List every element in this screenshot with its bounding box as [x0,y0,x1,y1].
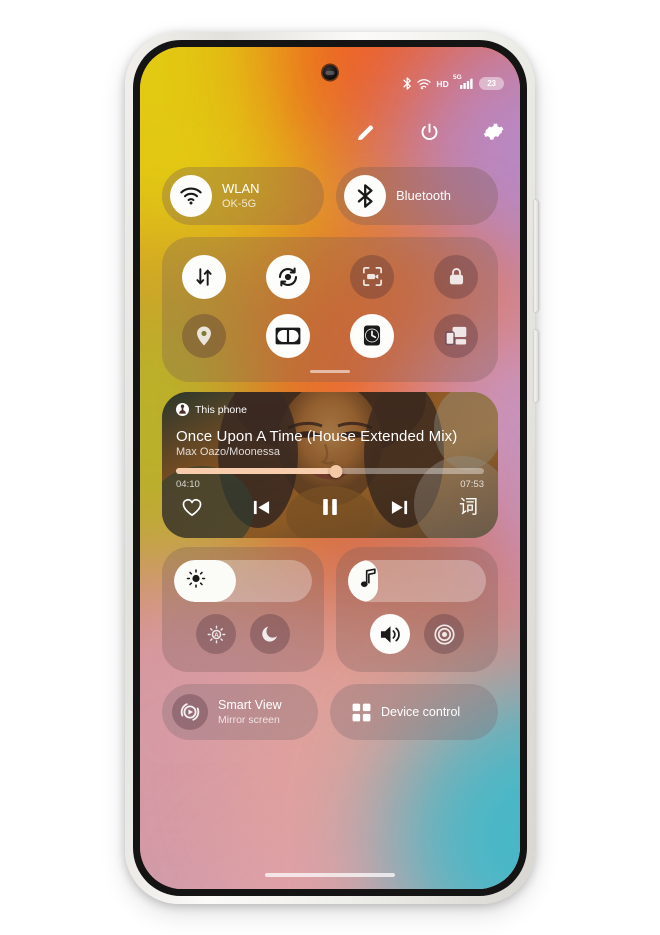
wlan-subtitle: OK-5G [222,197,257,210]
brightness-slider[interactable] [174,560,312,602]
panel-expand-handle[interactable] [310,369,350,373]
vibration-button[interactable] [424,614,464,654]
media-controls: 词 [176,497,484,517]
battery-level-label: 23 [487,79,496,88]
smart-view-title: Smart View [218,698,282,713]
toggle-grid-card [162,237,498,382]
smart-view-subtitle: Mirror screen [218,713,280,726]
wifi-icon [417,78,431,90]
media-player-card[interactable]: This phone Once Upon A Time (House Exten… [162,392,498,538]
screenshot-root: HD 5G 23 WLAN OK-5G Bluetooth This phone… [0,0,660,935]
status-bar: HD 5G 23 [403,74,504,90]
network-type-label: 5G [453,74,462,81]
lyrics-button[interactable]: 词 [459,497,478,517]
device-control-icon [352,703,371,722]
sliders-row: A [162,547,498,672]
toggle-screen-recorder[interactable] [350,254,394,299]
toggle-multi-device[interactable] [434,313,478,358]
media-seek-bar[interactable] [176,465,484,478]
toggle-screen-lock[interactable] [434,254,478,299]
toggle-dolby-atmos[interactable] [266,313,310,358]
favorite-button[interactable] [182,498,202,517]
wlan-title: WLAN [222,180,260,196]
edit-pencil-icon[interactable] [352,119,378,145]
bluetooth-icon [344,175,386,217]
power-side-button[interactable] [533,330,538,402]
battery-indicator: 23 [479,77,504,90]
hd-label: HD [436,78,449,89]
wifi-icon [170,175,212,217]
connectivity-row: WLAN OK-5G Bluetooth [162,167,498,225]
duration-time: 07:53 [460,479,484,490]
media-time-row: 04:10 07:53 [176,479,484,490]
bluetooth-icon [403,77,412,90]
brightness-buttons: A [174,614,312,654]
volume-slider[interactable] [348,560,486,602]
settings-gear-icon[interactable] [480,119,506,145]
brightness-icon [186,569,206,594]
brightness-card: A [162,547,324,672]
power-icon[interactable] [416,119,442,145]
toggle-mobile-data[interactable] [182,254,226,299]
dark-mode-button[interactable] [250,614,290,654]
media-source-label: This phone [195,403,247,416]
header-actions [352,119,506,145]
seek-knob[interactable] [329,465,343,478]
auto-brightness-button[interactable]: A [196,614,236,654]
seek-fill [176,468,337,474]
volume-buttons [348,614,486,654]
pause-button[interactable] [321,497,339,517]
toggle-auto-sync[interactable] [266,254,310,299]
smart-view-icon [172,694,208,730]
media-title: Once Upon A Time (House Extended Mix) [176,428,458,445]
volume-card [336,547,498,672]
front-camera-icon [322,65,338,80]
toggle-location[interactable] [182,313,226,358]
previous-button[interactable] [252,498,271,517]
elapsed-time: 04:10 [176,479,200,490]
bottom-row: Smart View Mirror screen Device control [162,684,498,740]
phone-screen: HD 5G 23 WLAN OK-5G Bluetooth This phone… [140,47,520,889]
music-note-icon [360,568,377,594]
media-content: This phone Once Upon A Time (House Exten… [162,392,498,538]
home-indicator[interactable] [265,873,395,877]
device-phone-icon [176,403,189,416]
toggle-alarm[interactable] [350,313,394,358]
sound-mode-button[interactable] [370,614,410,654]
volume-rocker-button[interactable] [533,200,538,312]
quick-settings-panel: WLAN OK-5G Bluetooth This phone Once Upo… [140,47,520,889]
svg-text:A: A [214,631,219,638]
tile-smart-view[interactable]: Smart View Mirror screen [162,684,318,740]
media-artist: Max Oazo/Moonessa [176,446,280,458]
tile-device-control[interactable]: Device control [330,684,498,740]
device-control-title: Device control [381,704,461,719]
bluetooth-title: Bluetooth [396,187,451,203]
next-button[interactable] [390,498,409,517]
cellular-signal-icon: 5G [453,74,474,89]
tile-bluetooth[interactable]: Bluetooth [336,167,498,225]
tile-wlan[interactable]: WLAN OK-5G [162,167,324,225]
toggle-grid [162,247,498,365]
media-source[interactable]: This phone [176,403,484,416]
